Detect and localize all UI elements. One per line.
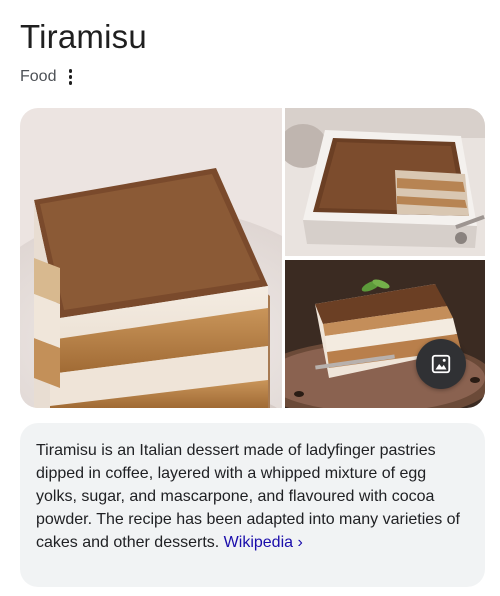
description-text: Tiramisu is an Italian dessert made of l… — [36, 439, 469, 554]
description-card: Tiramisu is an Italian dessert made of l… — [20, 423, 485, 587]
tiramisu-plated-picture — [285, 260, 485, 408]
wikipedia-link[interactable]: Wikipedia — [224, 534, 293, 551]
entity-category: Food — [20, 68, 57, 85]
tiramisu-dish-picture — [285, 108, 485, 256]
more-vert-icon[interactable] — [64, 66, 76, 88]
gallery-image-main[interactable] — [20, 108, 282, 408]
gallery-image-plated-slice[interactable] — [285, 260, 485, 408]
entity-subtitle-row: Food — [20, 66, 76, 88]
chevron-right-icon[interactable]: › — [297, 534, 302, 551]
view-images-button[interactable] — [416, 339, 466, 389]
image-icon — [431, 354, 451, 374]
gallery-image-dish[interactable] — [285, 108, 485, 256]
entity-title: Tiramisu — [20, 18, 147, 55]
tiramisu-slice-picture — [20, 108, 282, 408]
